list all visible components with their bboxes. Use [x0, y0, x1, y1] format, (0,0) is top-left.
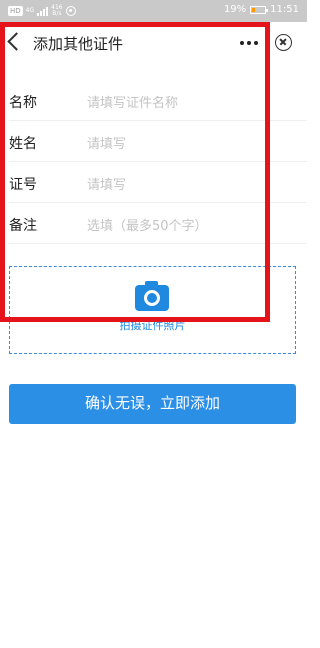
- notes-input[interactable]: 选填（最多50个字）: [87, 215, 208, 234]
- status-bar: HD 4G 416 B/s 19% 11:51: [0, 0, 307, 22]
- nav-bar: 添加其他证件: [0, 22, 307, 66]
- status-left: HD 4G 416 B/s: [8, 5, 76, 17]
- network-type: 4G: [25, 7, 35, 14]
- divider: [9, 243, 307, 244]
- form-row-notes[interactable]: 备注 选填（最多50个字）: [0, 203, 307, 244]
- field-label: 备注: [9, 218, 37, 234]
- form-row-name[interactable]: 名称 请填写证件名称: [0, 80, 307, 121]
- status-right: 19% 11:51: [224, 4, 299, 15]
- battery-percent: 19%: [223, 4, 247, 15]
- more-horizontal-icon[interactable]: [240, 41, 258, 45]
- field-label: 名称: [9, 95, 37, 111]
- field-label: 证号: [9, 177, 37, 193]
- name-input[interactable]: 请填写证件名称: [87, 92, 178, 111]
- close-circle-icon[interactable]: [275, 34, 292, 51]
- signal-icon: [37, 6, 49, 16]
- chevron-left-icon[interactable]: [7, 32, 26, 51]
- battery-icon: [250, 5, 269, 14]
- form-row-holder[interactable]: 姓名 请填写: [0, 121, 307, 162]
- notification-icon: [65, 6, 76, 16]
- camera-icon[interactable]: [135, 281, 169, 311]
- form-row-number[interactable]: 证号 请填写: [0, 162, 307, 203]
- page-title: 添加其他证件: [33, 35, 124, 53]
- photo-capture-label[interactable]: 拍摄证件照片: [10, 317, 295, 333]
- holder-name-input[interactable]: 请填写: [87, 133, 126, 152]
- confirm-add-button[interactable]: 确认无误，立即添加: [9, 384, 296, 424]
- battery-fill: [252, 7, 255, 12]
- photo-capture-area[interactable]: 拍摄证件照片: [9, 266, 296, 354]
- speed-unit: B/s: [52, 10, 62, 17]
- clock: 11:51: [270, 4, 299, 15]
- network-speed: 416 B/s: [51, 5, 62, 17]
- id-number-input[interactable]: 请填写: [87, 174, 126, 193]
- field-label: 姓名: [9, 136, 37, 152]
- hd-badge: HD: [8, 6, 23, 16]
